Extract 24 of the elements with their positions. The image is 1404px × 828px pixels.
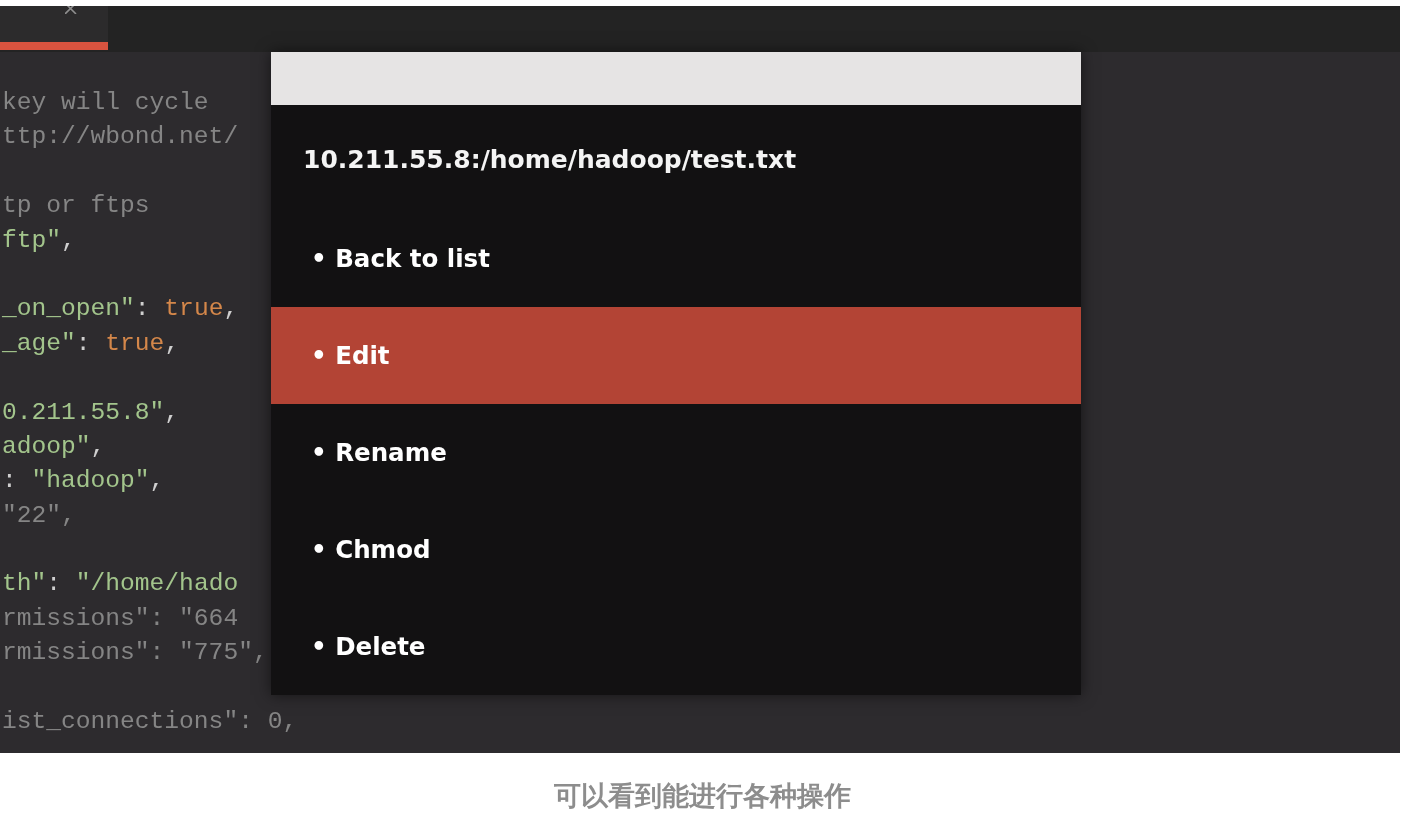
code-line: tp or ftps [2,191,150,222]
editor-tab[interactable] [0,6,108,50]
menu-item[interactable]: • Back to list [271,210,1081,307]
code-line: th": "/home/hado [2,569,239,600]
code-line: key will cycle [2,88,209,118]
code-line: ftp", [2,225,76,256]
close-icon[interactable] [65,6,77,14]
code-line: : "hadoop", [2,466,165,497]
path-title: 10.211.55.8:/home/hadoop/test.txt [303,144,797,176]
caption: 可以看到能进行各种操作 [553,779,851,813]
menu-item[interactable]: • Delete [271,598,1081,695]
menu-item[interactable]: • Rename [271,404,1081,501]
input-field[interactable] [271,52,1081,105]
code-line: rmissions": "775", [2,638,268,669]
code-line: "22", [2,500,76,531]
code-line: ttp://wbond.net/ [2,122,239,153]
code-line: ist_connections": 0, [2,707,298,738]
code-line: _age": true, [2,328,180,359]
code-line: 0.211.55.8", [2,397,180,428]
menu-item[interactable]: • Chmod [271,501,1081,598]
code-line: rmissions": "664 [2,603,239,634]
menu-item[interactable]: • Edit [271,307,1081,404]
code-line: _on_open": true, [2,294,239,325]
code-line: adoop", [2,431,106,462]
